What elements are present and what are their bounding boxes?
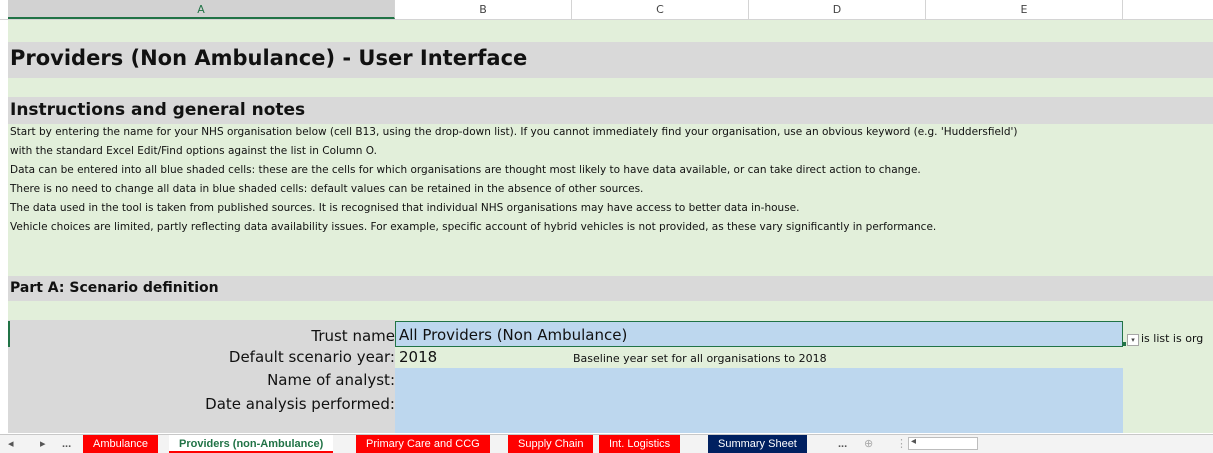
instruction-line: with the standard Excel Edit/Find option… (10, 145, 377, 157)
column-header-a[interactable]: A (8, 0, 395, 19)
trust-name-value: All Providers (Non Ambulance) (399, 326, 628, 344)
instruction-line: Start by entering the name for your NHS … (10, 126, 1018, 138)
trust-name-label: Trust name (311, 327, 395, 345)
add-sheet-icon[interactable]: ⊕ (864, 435, 873, 453)
tab-primary-care-ccg[interactable]: Primary Care and CCG (356, 435, 490, 453)
scenario-year-label: Default scenario year: (228, 348, 395, 366)
tab-supply-chain[interactable]: Supply Chain (508, 435, 594, 453)
instruction-line: There is no need to change all data in b… (10, 183, 644, 195)
instruction-line: Data can be entered into all blue shaded… (10, 164, 921, 176)
horizontal-scrollbar[interactable]: ◂ (908, 436, 978, 450)
part-a-heading: Part A: Scenario definition (10, 280, 219, 296)
scroll-left-icon[interactable]: ◂ (911, 436, 916, 447)
part-a-heading-row: Part A: Scenario definition (8, 276, 1213, 301)
tab-providers-non-ambulance[interactable]: Providers (non-Ambulance) (169, 435, 334, 453)
instructions-heading: Instructions and general notes (10, 100, 306, 120)
fill-handle[interactable] (1122, 342, 1126, 346)
tab-splitter-icon[interactable]: ⋮ (896, 435, 907, 453)
column-header-b[interactable]: B (395, 0, 572, 19)
analyst-label: Name of analyst: (267, 371, 395, 389)
column-header-c[interactable]: C (572, 0, 749, 19)
column-header-e[interactable]: E (926, 0, 1123, 19)
column-header-d[interactable]: D (749, 0, 926, 19)
date-label: Date analysis performed: (205, 395, 395, 413)
instruction-line: The data used in the tool is taken from … (10, 202, 800, 214)
tab-scroll-prev-icon[interactable]: ◂ (8, 435, 14, 453)
row-marker (8, 321, 10, 347)
worksheet: Providers (Non Ambulance) - User Interfa… (8, 20, 1213, 433)
tab-int-logistics[interactable]: Int. Logistics (599, 435, 681, 453)
tab-scroll-next-icon[interactable]: ▸ (40, 435, 46, 453)
tab-summary-sheet[interactable]: Summary Sheet (708, 435, 807, 453)
scenario-year-value[interactable]: 2018 (399, 348, 437, 366)
analyst-input-cell[interactable] (395, 368, 1123, 433)
sheet-tab-bar: ◂ ▸ ... Ambulance Providers (non-Ambulan… (0, 434, 1213, 453)
tabs-more-left[interactable]: ... (62, 435, 71, 453)
scenario-year-note: Baseline year set for all organisations … (573, 352, 827, 365)
instruction-line: Vehicle choices are limited, partly refl… (10, 221, 937, 233)
column-header-row: A B C D E (0, 0, 1213, 20)
page-title: Providers (Non Ambulance) - User Interfa… (10, 46, 528, 70)
trust-name-cell[interactable]: All Providers (Non Ambulance) (395, 321, 1123, 347)
dropdown-hint-text: is list is org (1141, 332, 1204, 345)
chevron-down-icon[interactable]: ▾ (1127, 334, 1139, 346)
tab-ambulance[interactable]: Ambulance (83, 435, 159, 453)
title-row: Providers (Non Ambulance) - User Interfa… (8, 42, 1213, 78)
tabs-more-right[interactable]: ... (838, 435, 847, 453)
instructions-heading-row: Instructions and general notes (8, 97, 1213, 124)
